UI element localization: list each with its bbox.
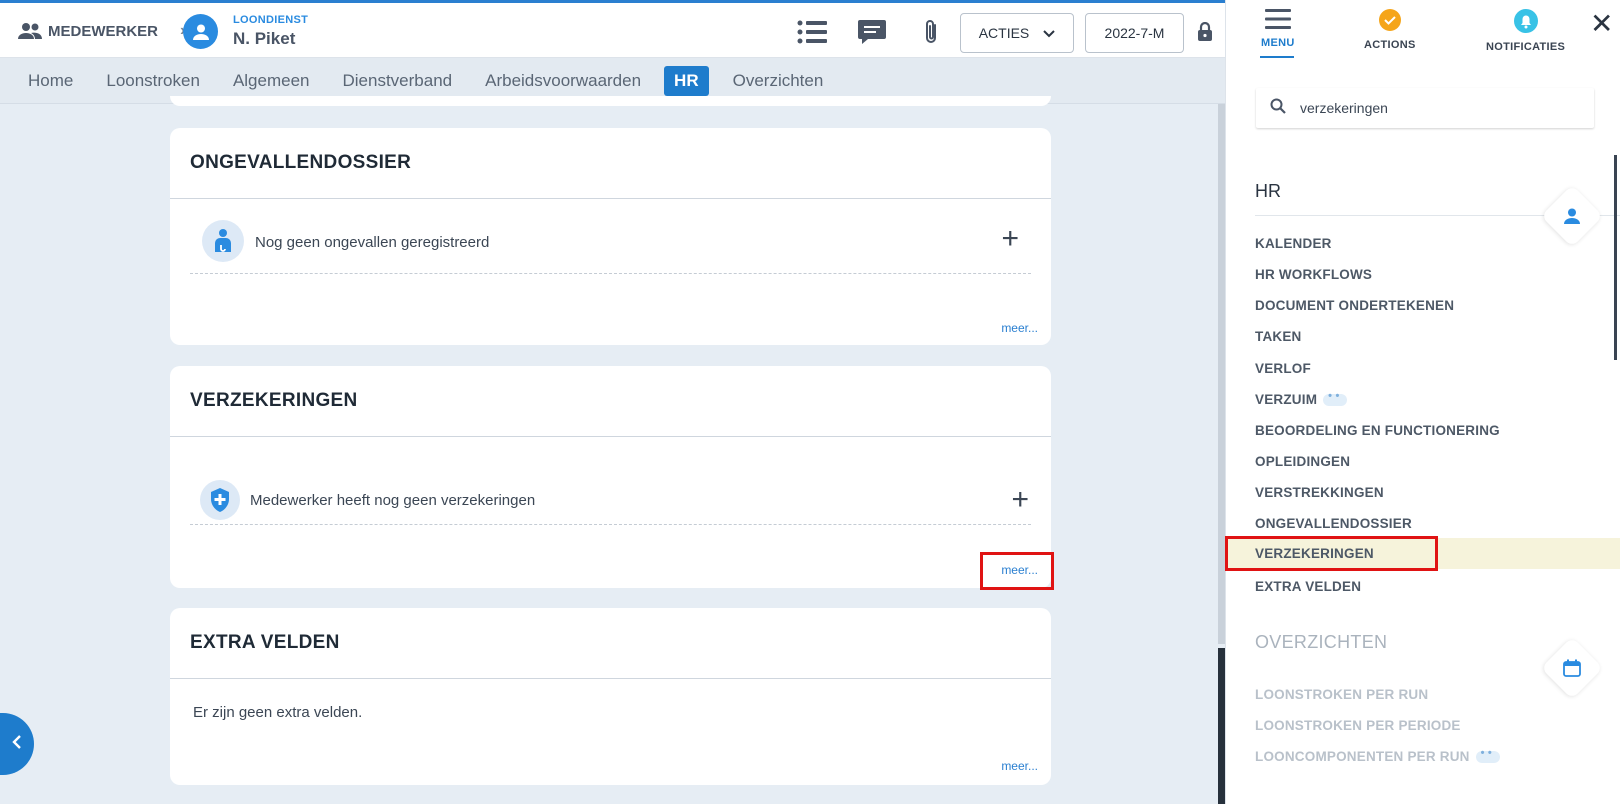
list-item: Nog geen ongevallen geregistreerd + [190,220,1031,274]
card-title: ONGEVALLENDOSSIER [190,152,412,173]
panel-tab-label: MENU [1261,37,1295,49]
main-scrollbar-thumb[interactable] [1218,104,1225,644]
annotation-highlight-meer [980,552,1054,590]
meer-link[interactable]: meer... [1001,759,1038,773]
acties-button[interactable]: ACTIES [960,13,1074,53]
bell-icon [1513,8,1539,37]
card-verzekeringen: VERZEKERINGEN Medewerker heeft nog geen … [170,366,1051,588]
add-ongeval-button[interactable]: + [1001,224,1019,254]
tab-overzichten[interactable]: Overzichten [733,71,824,91]
paperclip-icon[interactable] [914,16,948,48]
menu-item-label: VERZUIM [1255,392,1318,407]
avatar[interactable] [183,14,218,49]
menu-item-loonstroken-per-run[interactable]: LOONSTROKEN PER RUN [1255,687,1428,702]
panel-tab-label: NOTIFICATIES [1486,41,1566,53]
list-icon[interactable] [795,16,829,48]
divider [170,436,1051,437]
menu-item-label: LOONCOMPONENTEN PER RUN [1255,749,1470,764]
menu-item-verstrekkingen[interactable]: VERSTREKKINGEN [1255,485,1384,500]
card-extra-velden: EXTRA VELDEN Er zijn geen extra velden. … [170,608,1051,785]
more-dots-icon [1475,747,1500,764]
people-icon [18,22,42,40]
check-badge-icon [1378,8,1402,35]
chevron-down-icon [1043,25,1055,41]
hamburger-icon [1264,8,1291,33]
search-input[interactable] [1300,100,1560,116]
section-title-overzichten: OVERZICHTEN [1255,632,1388,652]
tab-hr[interactable]: HR [664,65,709,96]
menu-item-verlof[interactable]: VERLOF [1255,361,1311,376]
menu-item-hr-workflows[interactable]: HR WORKFLOWS [1255,267,1372,282]
main-scrollbar-lower [1218,648,1225,804]
tab-algemeen[interactable]: Algemeen [233,71,310,91]
menu-item-extra-velden[interactable]: EXTRA VELDEN [1255,579,1361,594]
menu-item-opleidingen[interactable]: OPLEIDINGEN [1255,454,1350,469]
menu-item-loonstroken-per-periode[interactable]: LOONSTROKEN PER PERIODE [1255,718,1461,733]
period-button[interactable]: 2022-7-M [1085,13,1184,53]
injured-person-icon [202,220,244,262]
comment-icon[interactable] [855,16,889,48]
menu-search [1256,88,1594,128]
panel-tab-menu[interactable]: MENU [1261,8,1295,49]
section-title-hr: HR [1255,181,1281,201]
annotation-highlight-menu [1225,536,1438,571]
card-ongevallendossier: ONGEVALLENDOSSIER Nog geen ongevallen ge… [170,128,1051,345]
employee-type: LOONDIENST [233,14,309,26]
menu-item-ongevallendossier[interactable]: ONGEVALLENDOSSIER [1255,516,1412,531]
empty-state-text: Nog geen ongevallen geregistreerd [255,234,490,251]
list-item: Medewerker heeft nog geen verzekeringen … [190,480,1031,525]
divider [170,198,1051,199]
active-tab-indicator [1260,56,1294,58]
lock-icon[interactable] [1188,16,1222,48]
add-verzekering-button[interactable]: + [1011,485,1029,515]
tab-home[interactable]: Home [28,71,73,91]
more-dots-icon [1323,390,1348,407]
close-icon[interactable]: ✕ [1590,10,1613,38]
breadcrumb-root[interactable]: MEDEWERKER [48,23,158,40]
panel-tab-notifications[interactable]: NOTIFICATIES [1486,8,1565,53]
menu-item-verzuim[interactable]: VERZUIM [1255,390,1348,407]
card-title: EXTRA VELDEN [190,632,340,653]
employee-name: N. Piket [233,29,296,48]
user-icon [1550,194,1594,238]
tab-loonstroken[interactable]: Loonstroken [106,71,200,91]
empty-state-text: Er zijn geen extra velden. [193,704,363,721]
card-title: VERZEKERINGEN [190,390,358,411]
chevron-left-icon [12,734,22,754]
tab-arbeidsvoorwaarden[interactable]: Arbeidsvoorwaarden [485,71,641,91]
menu-item-beoordeling-en-functionering[interactable]: BEOORDELING EN FUNCTIONERING [1255,423,1500,438]
panel-scrollbar[interactable] [1614,155,1617,360]
calendar-icon [1550,646,1594,690]
empty-state-text: Medewerker heeft nog geen verzekeringen [250,492,536,509]
collapse-sidebar-button[interactable] [0,713,34,775]
meer-link[interactable]: meer... [1001,321,1038,335]
divider [170,678,1051,679]
panel-tab-actions[interactable]: ACTIONS [1364,8,1416,51]
shield-icon [200,480,240,520]
previous-card-edge [170,96,1051,106]
menu-item-taken[interactable]: TAKEN [1255,329,1302,344]
panel-tab-label: ACTIONS [1364,39,1416,51]
menu-item-kalender[interactable]: KALENDER [1255,236,1332,251]
top-bar: MEDEWERKER › LOONDIENST N. Piket ACTIES … [0,0,1225,58]
search-icon [1270,98,1286,119]
menu-item-looncomponenten-per-run[interactable]: LOONCOMPONENTEN PER RUN [1255,747,1500,764]
breadcrumb: MEDEWERKER › [18,22,185,40]
acties-label: ACTIES [978,25,1030,41]
tab-dienstverband[interactable]: Dienstverband [343,71,453,91]
menu-item-document-ondertekenen[interactable]: DOCUMENT ONDERTEKENEN [1255,298,1454,313]
